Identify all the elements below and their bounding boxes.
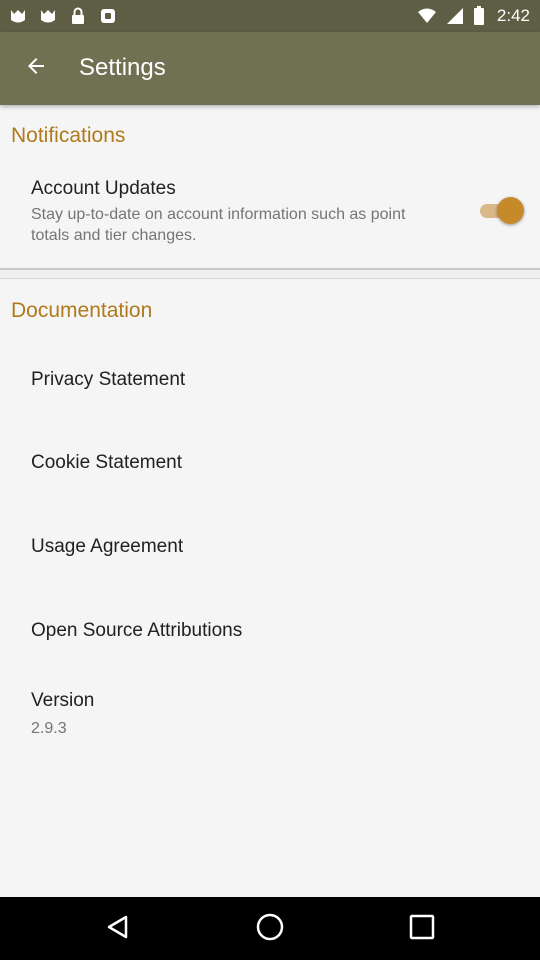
app-icon (98, 6, 118, 26)
usage-agreement-label: Usage Agreement (31, 536, 184, 557)
cookie-statement-label: Cookie Statement (31, 452, 183, 473)
nav-home-button[interactable] (252, 911, 288, 947)
cookie-statement-item[interactable]: Cookie Statement (0, 422, 540, 505)
triangle-back-icon (104, 913, 132, 946)
square-recents-icon (409, 914, 435, 945)
system-nav-bar (0, 897, 540, 960)
notifications-header: Notifications (11, 124, 126, 147)
usage-agreement-item[interactable]: Usage Agreement (0, 506, 540, 589)
cellular-signal-icon (445, 6, 465, 26)
battery-icon (473, 6, 485, 26)
account-updates-title: Account Updates (31, 178, 176, 199)
status-bar: 2:42 (0, 0, 540, 32)
wifi-icon (417, 6, 437, 26)
account-updates-setting[interactable]: Account Updates Stay up-to-date on accou… (0, 170, 540, 266)
open-source-attributions-label: Open Source Attributions (31, 620, 243, 641)
nav-recents-button[interactable] (404, 911, 440, 947)
section-divider (0, 268, 540, 279)
app-bar: Settings (0, 32, 540, 105)
back-button[interactable] (14, 46, 58, 90)
version-value: 2.9.3 (31, 720, 67, 737)
documentation-header: Documentation (11, 299, 153, 322)
app-notification-icon (38, 6, 58, 26)
privacy-statement-label: Privacy Statement (31, 369, 186, 390)
status-time: 2:42 (496, 6, 530, 25)
page-title: Settings (79, 54, 166, 81)
lock-icon (68, 6, 88, 26)
toggle-thumb (497, 197, 524, 224)
privacy-statement-item[interactable]: Privacy Statement (0, 339, 540, 421)
arrow-back-icon (26, 56, 46, 81)
account-updates-description: Stay up-to-date on account information s… (31, 206, 406, 244)
version-label: Version (31, 690, 95, 711)
circle-home-icon (255, 912, 285, 947)
nav-back-button[interactable] (100, 911, 136, 947)
account-updates-toggle[interactable] (476, 196, 526, 226)
version-item: Version 2.9.3 (0, 680, 540, 750)
open-source-attributions-item[interactable]: Open Source Attributions (0, 590, 540, 673)
app-notification-icon (8, 6, 28, 26)
